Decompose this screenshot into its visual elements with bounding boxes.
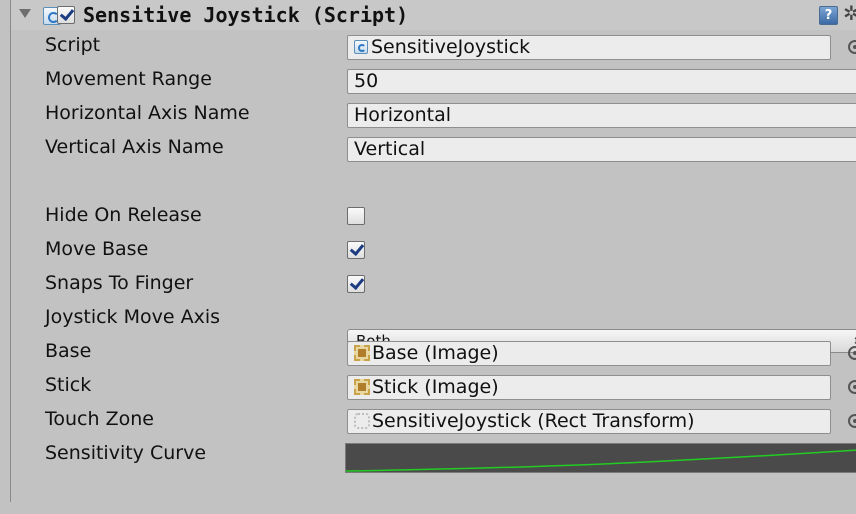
snaps-to-finger-label: Snaps To Finger <box>45 272 194 294</box>
touch-zone-object-picker-icon[interactable] <box>848 414 856 428</box>
snaps-to-finger-checkbox[interactable] <box>347 275 365 293</box>
gear-dropdown-icon[interactable]: ✲▾ <box>843 1 856 25</box>
sensitivity-curve-field[interactable] <box>345 443 856 473</box>
sensitivity-curve-graph <box>346 449 856 472</box>
hide-on-release-checkbox[interactable] <box>347 207 365 225</box>
stick-field-value: Stick (Image) <box>372 376 499 398</box>
foldout-arrow-icon[interactable] <box>19 9 31 18</box>
move-base-label: Move Base <box>45 238 149 260</box>
script-label: Script <box>45 34 101 56</box>
sensitivity-curve-label: Sensitivity Curve <box>45 442 207 464</box>
script-field[interactable]: SensitiveJoystick <box>347 35 831 60</box>
vertical-axis-name-input[interactable]: Vertical <box>347 137 856 162</box>
rect-transform-icon <box>354 413 370 429</box>
touch-zone-field[interactable]: SensitiveJoystick (Rect Transform) <box>347 409 831 434</box>
base-field[interactable]: Base (Image) <box>347 341 831 366</box>
horizontal-axis-name-input[interactable]: Horizontal <box>347 103 856 128</box>
joystick-move-axis-label: Joystick Move Axis <box>45 306 220 328</box>
horizontal-axis-name-label: Horizontal Axis Name <box>45 102 250 124</box>
image-component-icon <box>354 379 370 395</box>
image-component-icon <box>354 345 370 361</box>
script-object-picker-icon[interactable] <box>848 40 856 54</box>
sensitivity-curve-line <box>346 449 856 472</box>
touch-zone-field-value: SensitiveJoystick (Rect Transform) <box>372 410 695 432</box>
inspector-component-panel: Sensitive Joystick (Script) ? ✲▾ Script … <box>10 0 856 502</box>
stick-label: Stick <box>45 374 92 396</box>
component-title: Sensitive Joystick (Script) <box>83 3 409 27</box>
component-header: Sensitive Joystick (Script) ? ✲▾ <box>11 0 856 30</box>
help-book-icon[interactable]: ? <box>819 6 838 25</box>
hide-on-release-label: Hide On Release <box>45 204 202 226</box>
stick-object-picker-icon[interactable] <box>848 380 856 394</box>
base-object-picker-icon[interactable] <box>848 346 856 360</box>
touch-zone-label: Touch Zone <box>45 408 154 430</box>
move-base-checkbox[interactable] <box>347 241 365 259</box>
base-label: Base <box>45 340 92 362</box>
stick-field[interactable]: Stick (Image) <box>347 375 831 400</box>
component-enabled-checkbox[interactable] <box>57 6 75 24</box>
movement-range-label: Movement Range <box>45 68 212 90</box>
vertical-axis-name-label: Vertical Axis Name <box>45 136 224 158</box>
script-file-icon <box>354 40 368 54</box>
movement-range-input[interactable]: 50 <box>347 69 856 94</box>
script-field-value: SensitiveJoystick <box>371 36 531 58</box>
base-field-value: Base (Image) <box>372 342 499 364</box>
